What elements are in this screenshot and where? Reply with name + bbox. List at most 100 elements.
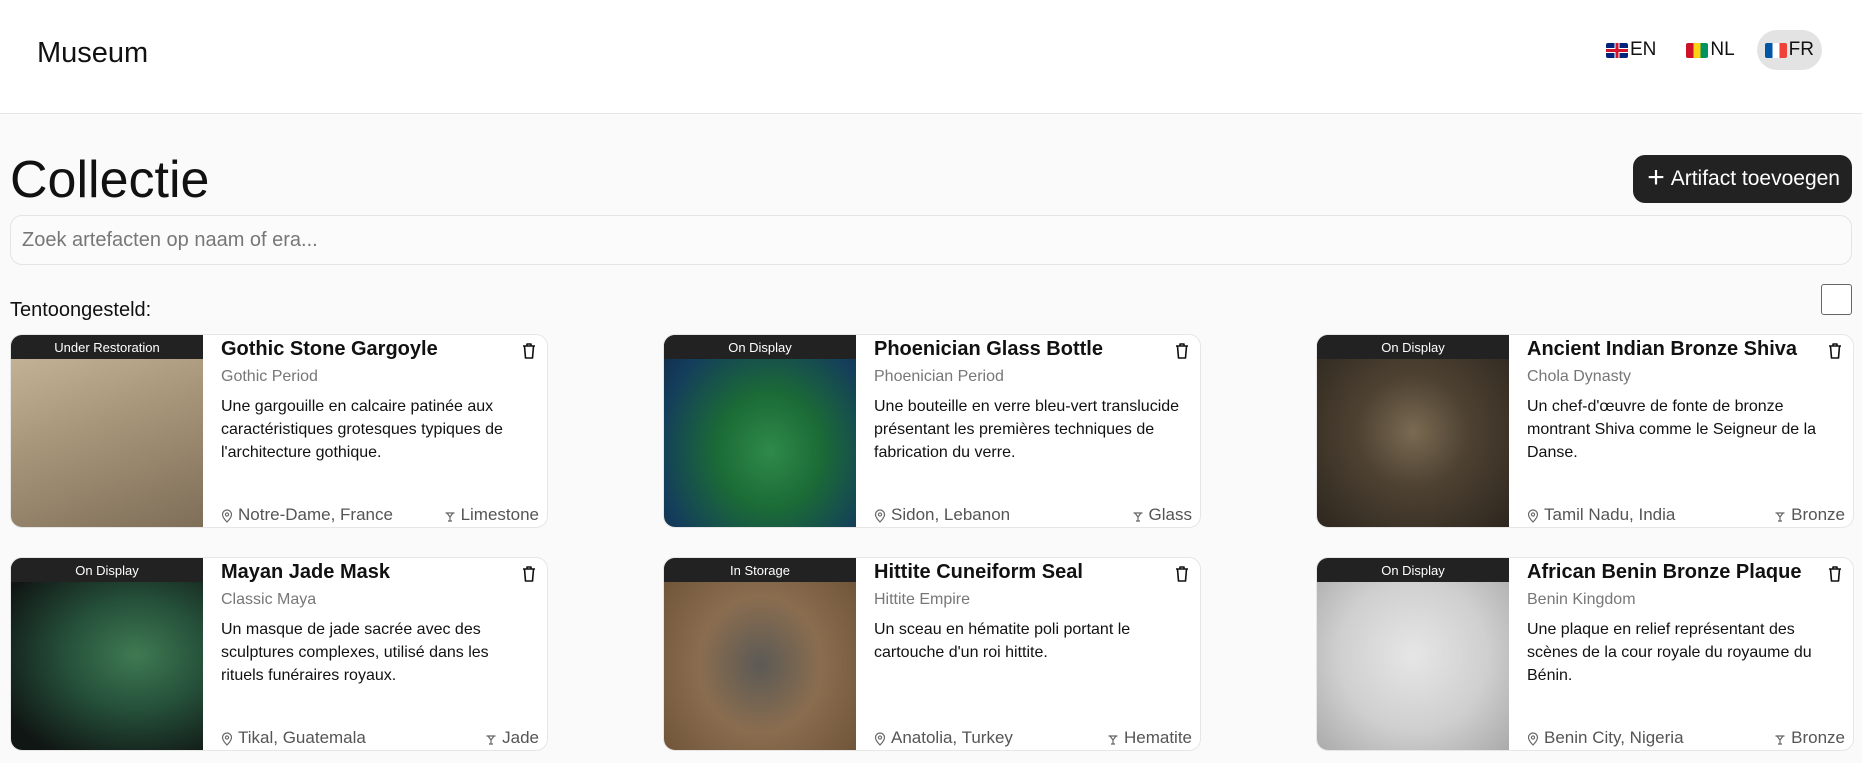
trash-icon[interactable] [1174,342,1190,360]
location-pin-icon [874,508,887,523]
trash-icon[interactable] [1827,342,1843,360]
bronze-plaque-image [1317,558,1509,750]
lang-en-button[interactable]: EN [1598,30,1664,70]
artifact-description: Une bouteille en verre bleu-vert translu… [874,398,1180,461]
language-switcher: EN NL FR [1598,30,1822,70]
location-pin-icon [1527,508,1540,523]
artifact-info: Gothic Stone Gargoyle Gothic Period Une ga… [221,335,539,527]
location-pin-icon [221,508,234,523]
status-badge: On Display [11,558,203,582]
artifact-material-text: Limestone [460,505,539,524]
shiva-statue-image [1317,335,1509,527]
artifact-location-text: Benin City, Nigeria [1544,728,1684,747]
artifact-location: Notre-Dame, France [221,505,393,525]
gargoyle-image [11,335,203,527]
page-title: Collectie [10,151,210,209]
artifact-location: Benin City, Nigeria [1527,728,1684,748]
artifact-location-text: Sidon, Lebanon [891,505,1011,524]
flag-fr-icon [1764,42,1787,58]
on-display-filter-checkbox[interactable] [1821,284,1852,315]
artifact-material-text: Jade [502,728,539,747]
artifact-card[interactable]: On Display Ancient Indian Bronze Shiva Cho… [1316,334,1854,528]
trash-icon[interactable] [1827,565,1843,583]
lang-nl-label: NL [1710,39,1735,60]
status-badge: On Display [1317,558,1509,582]
on-display-filter-label: Tentoongesteld: [10,299,152,321]
trash-icon[interactable] [1174,565,1190,583]
lang-fr-label: FR [1788,39,1814,60]
artifact-location-text: Tikal, Guatemala [238,728,366,747]
artifact-material: Limestone [444,505,539,525]
material-icon [1774,731,1787,745]
lang-fr-button[interactable]: FR [1756,30,1822,70]
artifact-description: Un sceau en hématite poli portant le car… [874,621,1131,661]
artifact-era: Benin Kingdom [1527,591,1636,608]
artifact-info: Phoenician Glass Bottle Phoenician Period… [874,335,1192,527]
artifact-location-text: Notre-Dame, France [238,505,393,524]
artifact-material: Bronze [1774,728,1845,748]
material-icon [485,731,498,745]
artifact-era: Chola Dynasty [1527,368,1632,385]
artifact-location: Sidon, Lebanon [874,505,1010,525]
trash-icon[interactable] [521,342,537,360]
artifact-material: Jade [485,728,539,748]
artifact-material: Glass [1132,505,1192,525]
artifact-location-text: Tamil Nadu, India [1544,505,1676,524]
material-icon [444,508,457,522]
artifact-material: Bronze [1774,505,1845,525]
artifact-card[interactable]: On Display Phoenician Glass Bottle Phoenic… [663,334,1201,528]
artifact-name: Phoenician Glass Bottle [874,338,1103,360]
add-artifact-button[interactable]: + Artifact toevoegen [1633,155,1852,203]
artifact-location-text: Anatolia, Turkey [891,728,1013,747]
artifact-card[interactable]: Under Restoration Gothic Stone Gargoyle Go… [10,334,548,528]
artifact-location: Anatolia, Turkey [874,728,1013,748]
artifact-description: Une plaque en relief représentant des sc… [1527,621,1812,684]
top-navbar: Museum EN NL FR [0,0,1862,114]
flag-uk-icon [1605,42,1628,58]
artifact-info: Hittite Cuneiform Seal Hittite Empire Un s… [874,558,1192,750]
status-badge: On Display [664,335,856,359]
artifact-era: Phoenician Period [874,368,1004,385]
jade-mask-image [11,558,203,750]
artifact-info: African Benin Bronze Plaque Benin Kingdom… [1527,558,1845,750]
add-artifact-label: Artifact toevoegen [1670,167,1840,190]
artifact-name: Gothic Stone Gargoyle [221,338,438,360]
lang-nl-button[interactable]: NL [1678,30,1742,70]
artifact-material-text: Bronze [1791,728,1845,747]
artifact-location: Tikal, Guatemala [221,728,366,748]
brand-title[interactable]: Museum [37,37,148,70]
artifact-era: Gothic Period [221,368,318,385]
plus-icon: + [1647,160,1665,194]
material-icon [1774,508,1787,522]
location-pin-icon [221,731,234,746]
status-badge: On Display [1317,335,1509,359]
material-icon [1107,731,1120,745]
artifact-material-text: Hematite [1123,728,1192,747]
material-icon [1132,508,1145,522]
artifact-info: Mayan Jade Mask Classic Maya Un masque de … [221,558,539,750]
status-badge: In Storage [664,558,856,582]
trash-icon[interactable] [521,565,537,583]
artifact-era: Classic Maya [221,591,317,608]
search-field [10,215,1852,265]
artifact-name: Hittite Cuneiform Seal [874,561,1083,583]
artifact-card[interactable]: On Display Mayan Jade Mask Classic Maya Un … [10,557,548,751]
cylinder-seal-image [664,558,856,750]
artifact-era: Hittite Empire [874,591,971,608]
artifact-material: Hematite [1107,728,1192,748]
glass-bottle-image [664,335,856,527]
flag-gn-icon [1686,42,1709,58]
artifact-name: African Benin Bronze Plaque [1527,561,1802,583]
artifact-card[interactable]: On Display African Benin Bronze Plaque Ben… [1316,557,1854,751]
artifact-name: Ancient Indian Bronze Shiva [1527,338,1798,360]
artifact-card[interactable]: In Storage Hittite Cuneiform Seal Hittite … [663,557,1201,751]
artifact-location: Tamil Nadu, India [1527,505,1675,525]
artifact-material-text: Bronze [1791,505,1845,524]
location-pin-icon [1527,731,1540,746]
artifact-description: Un chef-d'œuvre de fonte de bronze montr… [1527,398,1817,461]
search-input[interactable] [11,216,1851,264]
artifact-name: Mayan Jade Mask [221,561,390,583]
artifact-description: Un masque de jade sacrée avec des sculpt… [221,621,489,684]
artifact-description: Une gargouille en calcaire patinée aux c… [221,398,503,461]
status-badge: Under Restoration [11,335,203,359]
